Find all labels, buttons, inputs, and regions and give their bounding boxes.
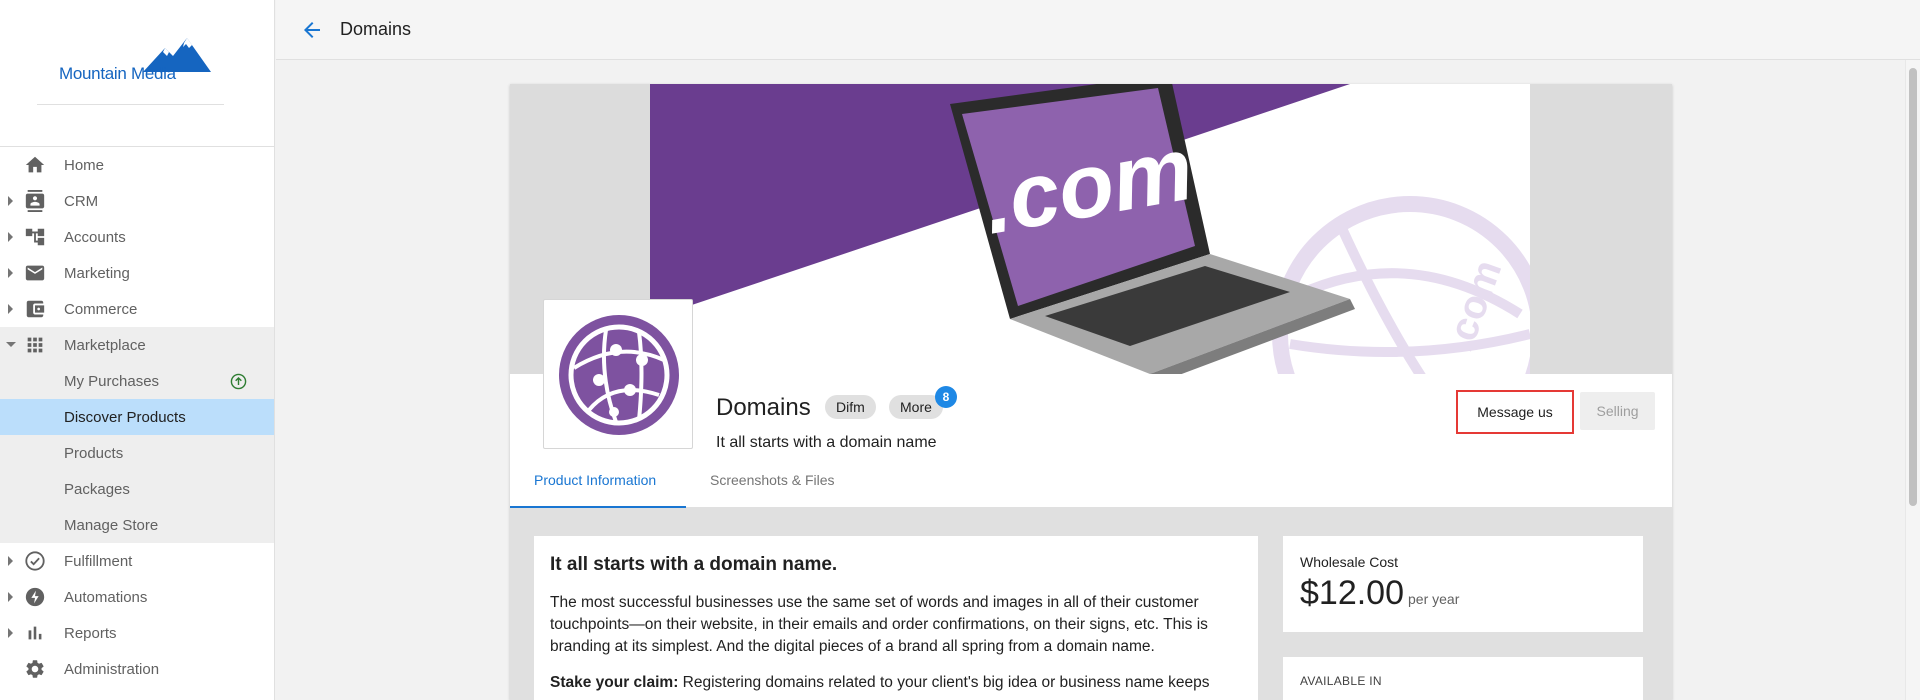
product-card: .com .com Domains Difm More 8 It all sta…: [510, 84, 1672, 700]
sidebar-item-label: CRM: [64, 192, 99, 210]
caret-right-icon[interactable]: [8, 304, 13, 314]
available-in-label: AVAILABLE IN: [1300, 674, 1382, 688]
sidebar-item-label: My Purchases: [64, 372, 160, 390]
message-us-button[interactable]: Message us: [1456, 390, 1574, 434]
sidebar-item-label: Marketplace: [64, 336, 146, 354]
sidebar-item-marketing[interactable]: Marketing: [0, 255, 274, 291]
cost-unit: per year: [1408, 591, 1460, 607]
page-title: Domains: [340, 19, 412, 39]
product-name: Domains: [716, 394, 811, 421]
arrow-left-icon[interactable]: [300, 18, 324, 42]
bar-chart-icon: [28, 626, 42, 640]
description-heading: It all starts with a domain name.: [550, 554, 838, 575]
sidebar-item-reports[interactable]: Reports: [0, 615, 274, 651]
tab-screenshots-files[interactable]: Screenshots & Files: [710, 472, 835, 488]
logo-divider: [37, 104, 224, 105]
globe-network-icon: [559, 315, 679, 435]
sidebar-item-label: Commerce: [64, 300, 138, 318]
sidebar-item-home[interactable]: Home: [0, 147, 274, 183]
sidebar-item-label: Reports: [64, 624, 117, 642]
tab-product-information[interactable]: Product Information: [534, 472, 656, 488]
brand-name: Mountain Media: [59, 64, 176, 83]
sidebar-item-label: Home: [64, 156, 105, 174]
gear-icon: [26, 660, 44, 678]
sidebar-item-label: Products: [64, 444, 124, 462]
brand-logo[interactable]: Mountain Media: [59, 38, 211, 88]
sidebar-item-label: Manage Store: [64, 516, 159, 534]
pricing-panel: Wholesale Cost $12.00 per year: [1283, 536, 1643, 632]
hero-image: .com .com: [650, 84, 1530, 374]
sidebar-item-automations[interactable]: Automations: [0, 579, 274, 615]
caret-right-icon[interactable]: [8, 268, 13, 278]
more-count-badge: 8: [935, 386, 957, 408]
sidebar-item-label: Accounts: [64, 228, 126, 246]
wallet-icon: [26, 300, 45, 318]
sidebar-item-crm[interactable]: CRM: [0, 183, 274, 219]
active-tab-indicator: [510, 506, 686, 508]
description-panel: It all starts with a domain name. The mo…: [534, 536, 1258, 700]
sidebar-item-label: Packages: [64, 480, 130, 498]
sidebar-item-commerce[interactable]: Commerce: [0, 291, 274, 327]
wholesale-cost-label: Wholesale Cost: [1300, 554, 1399, 570]
marketplace-submenu: My Purchases Discover Products Products …: [0, 363, 274, 543]
caret-right-icon[interactable]: [8, 556, 13, 566]
sidebar-item-products[interactable]: Products: [0, 435, 274, 471]
sidebar-item-label: Automations: [64, 588, 148, 606]
sidebar-item-manage-store[interactable]: Manage Store: [0, 507, 274, 543]
sidebar-item-accounts[interactable]: Accounts: [0, 219, 274, 255]
sidebar-item-my-purchases[interactable]: My Purchases: [0, 363, 274, 399]
sidebar-item-discover-products[interactable]: Discover Products: [0, 399, 274, 435]
logo-area: Mountain Media: [0, 0, 274, 146]
sidebar-item-label: Fulfillment: [64, 552, 133, 570]
laptop-illustration: .com .com: [650, 84, 1530, 374]
sidebar-item-label: Administration: [64, 660, 160, 678]
stake-label: Stake your claim:: [550, 674, 679, 691]
sidebar-item-label: Discover Products: [64, 408, 186, 426]
message-us-label: Message us: [1477, 404, 1553, 420]
product-tagline: It all starts with a domain name: [716, 434, 937, 451]
description-paragraph: The most successful businesses use the s…: [550, 594, 1208, 655]
mail-icon: [25, 265, 45, 281]
home-icon: [25, 156, 45, 173]
top-bar: Domains: [276, 0, 1920, 60]
sidebar-item-marketplace[interactable]: Marketplace: [0, 327, 274, 363]
scrollbar[interactable]: [1905, 60, 1920, 700]
hierarchy-icon: [25, 228, 45, 246]
availability-panel: AVAILABLE IN: [1283, 657, 1643, 700]
sidebar-item-label: Marketing: [64, 264, 130, 282]
caret-right-icon[interactable]: [8, 232, 13, 242]
caret-right-icon[interactable]: [8, 628, 13, 638]
sidebar: Mountain Media Home CRM Accounts Marketi…: [0, 0, 275, 700]
description-paragraph-stake: Stake your claim: Registering domains re…: [550, 672, 1242, 694]
sidebar-item-administration[interactable]: Administration: [0, 651, 274, 687]
bolt-icon: [25, 587, 45, 607]
tag-chip: Difm: [825, 395, 876, 419]
apps-grid-icon: [27, 337, 43, 353]
caret-right-icon[interactable]: [8, 196, 13, 206]
sidebar-item-packages[interactable]: Packages: [0, 471, 274, 507]
caret-down-icon[interactable]: [6, 342, 16, 347]
wholesale-cost-value: $12.00: [1300, 574, 1404, 612]
contacts-icon: [25, 190, 45, 212]
check-circle-icon: [25, 551, 45, 571]
stake-text: Registering domains related to your clie…: [678, 674, 1210, 691]
scrollbar-thumb[interactable]: [1909, 68, 1917, 506]
arrow-up-circle-icon: [230, 373, 247, 390]
caret-right-icon[interactable]: [8, 592, 13, 602]
selling-button: Selling: [1580, 392, 1655, 430]
product-logo: [543, 299, 693, 449]
sidebar-item-fulfillment[interactable]: Fulfillment: [0, 543, 274, 579]
